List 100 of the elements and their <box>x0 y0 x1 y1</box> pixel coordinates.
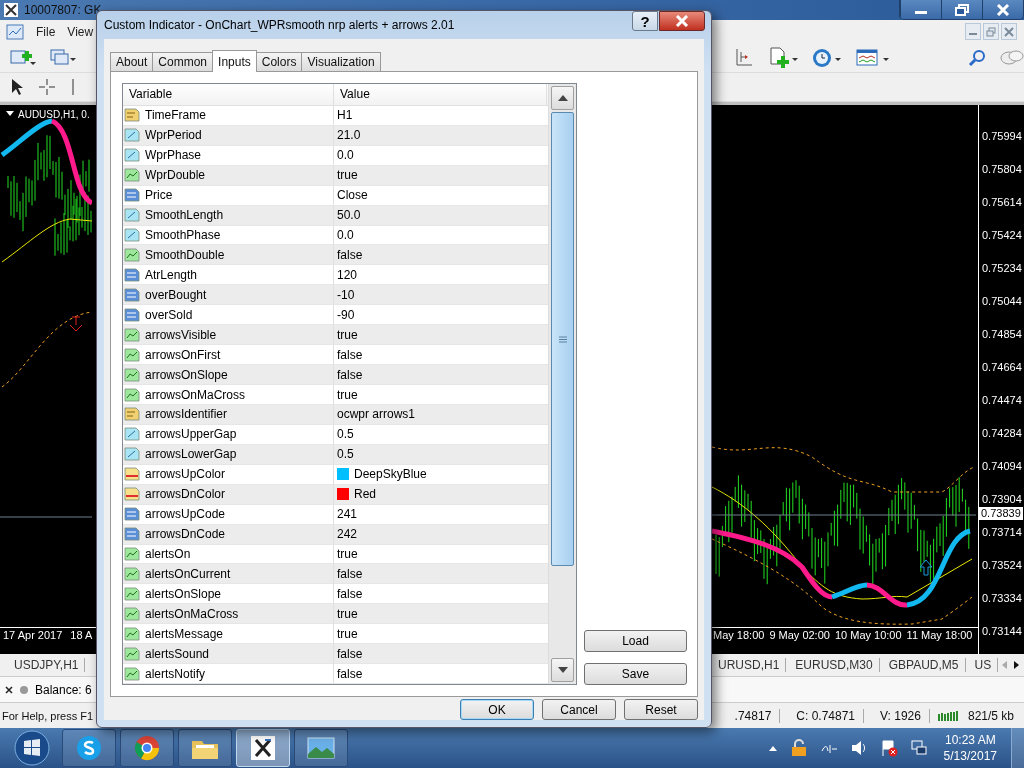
chart-tab[interactable]: USDJPY,H1 <box>8 658 86 673</box>
dialog-tab[interactable]: Colors <box>255 52 303 71</box>
price-label: 0.73714 <box>982 525 1023 539</box>
price-label: 0.74664 <box>982 360 1023 374</box>
parameter-name: arrowsDnCode <box>145 527 226 542</box>
parameter-name: alertsNotify <box>145 666 206 681</box>
price-label: 0.73144 <box>982 624 1023 638</box>
parameter-name: arrowsDnColor <box>145 487 226 502</box>
parameter-value[interactable]: false <box>337 566 363 581</box>
parameter-name: alertsOnMaCross <box>145 606 239 621</box>
price-label: 0.75044 <box>982 294 1023 308</box>
parameter-name: arrowsIdentifier <box>145 407 228 422</box>
parameter-value[interactable]: false <box>337 367 363 382</box>
status-field: V: 1926 <box>872 708 930 723</box>
parameter-name: alertsOnCurrent <box>145 566 231 581</box>
help-button[interactable]: ? <box>632 11 658 31</box>
status-help-text: For Help, press F1 <box>2 709 94 722</box>
parameter-value[interactable]: 21.0 <box>337 128 361 143</box>
parameter-value[interactable]: 0.5 <box>337 427 354 442</box>
side-button[interactable]: Save <box>584 663 687 685</box>
parameter-value[interactable]: 0.0 <box>337 148 354 163</box>
parameter-value[interactable]: true <box>337 626 358 641</box>
price-label: 0.74094 <box>982 459 1023 473</box>
price-label: 0.74854 <box>982 327 1023 341</box>
window-title: 10007807: GK <box>24 3 102 17</box>
parameter-name: arrowsOnSlope <box>145 367 228 382</box>
parameter-name: WprPeriod <box>145 128 202 143</box>
parameter-name: arrowsOnFirst <box>145 347 221 362</box>
parameter-value[interactable]: 120 <box>337 267 358 282</box>
parameter-value[interactable]: DeepSkyBlue <box>354 467 427 482</box>
parameter-name: arrowsLowerGap <box>145 447 237 462</box>
parameter-value[interactable]: true <box>337 327 358 342</box>
parameter-value[interactable]: H1 <box>337 108 353 123</box>
parameter-value[interactable]: 0.0 <box>337 228 354 242</box>
time-label: 10 May 10:00 <box>834 627 902 641</box>
time-label: 18 A <box>70 627 93 641</box>
parameter-value[interactable]: ocwpr arrows1 <box>337 407 416 422</box>
parameter-value[interactable]: true <box>337 606 358 621</box>
parameter-value[interactable]: false <box>337 247 363 262</box>
parameter-value[interactable]: 242 <box>337 527 358 542</box>
parameter-name: alertsSound <box>145 646 210 661</box>
chart-tab[interactable]: GBPAUD,M5 <box>882 658 966 673</box>
parameter-value[interactable]: Red <box>354 487 376 502</box>
traffic-text: 821/5 kb <box>967 708 1014 723</box>
parameter-value[interactable]: true <box>337 547 358 561</box>
parameter-value[interactable]: -10 <box>337 287 355 302</box>
parameter-value[interactable]: false <box>337 347 363 362</box>
parameter-name: alertsOn <box>145 547 191 561</box>
parameter-name: arrowsUpCode <box>145 507 226 522</box>
price-label: 0.75234 <box>982 261 1023 275</box>
price-label: 0.75994 <box>982 129 1023 143</box>
column-header[interactable]: Variable <box>123 84 334 105</box>
dialog-title: Custom Indicator - OnChart_WPRsmooth nrp alerts + arrows 2.01 <box>104 18 455 32</box>
dialog-tab[interactable]: Common <box>152 52 214 71</box>
dialog-tab[interactable]: Inputs <box>212 50 257 72</box>
parameter-value[interactable]: -90 <box>337 307 355 322</box>
price-label: 0.74284 <box>982 426 1023 440</box>
parameter-name: SmoothPhase <box>145 228 221 242</box>
dialog-tab[interactable]: About <box>110 52 154 71</box>
parameter-name: Price <box>145 188 173 203</box>
side-button[interactable]: Load <box>584 630 687 652</box>
menu-item[interactable]: File <box>36 24 56 39</box>
chart-tab[interactable]: EURUSD,M30 <box>789 658 880 673</box>
parameter-name: WprDouble <box>145 168 206 183</box>
parameter-name: WprPhase <box>145 148 202 163</box>
column-header[interactable]: Value <box>334 84 547 105</box>
parameter-name: arrowsUpColor <box>145 467 226 482</box>
parameter-value[interactable]: Close <box>337 188 368 203</box>
parameter-value[interactable]: false <box>337 646 363 661</box>
time-label: 17 Apr 2017 <box>3 627 63 641</box>
parameter-name: arrowsVisible <box>145 327 217 342</box>
menu-item[interactable]: View <box>67 24 94 39</box>
price-label: 0.73524 <box>982 558 1023 572</box>
clock[interactable]: 10:23 AM 5/13/2017 <box>943 731 997 764</box>
dialog-button[interactable]: OK <box>460 699 534 720</box>
chart-tab[interactable]: US <box>968 658 999 673</box>
parameter-value[interactable]: true <box>337 387 358 402</box>
time-label: 9 May 02:00 <box>769 627 830 641</box>
price-label: 0.74474 <box>982 393 1023 407</box>
status-field: C: 0.74871 <box>788 708 865 723</box>
parameter-name: arrowsUpperGap <box>145 427 237 442</box>
parameter-value[interactable]: 0.5 <box>337 447 354 462</box>
dialog-tab[interactable]: Visualization <box>301 52 381 71</box>
parameter-name: AtrLength <box>145 267 198 282</box>
status-field: .74817 <box>726 708 781 723</box>
balance-text: Balance: 6 <box>35 682 92 697</box>
parameter-value[interactable]: 50.0 <box>337 208 361 223</box>
parameter-value[interactable]: false <box>337 666 363 681</box>
parameter-value[interactable]: false <box>337 586 363 601</box>
parameter-name: SmoothLength <box>145 208 224 223</box>
parameter-name: SmoothDouble <box>145 247 225 262</box>
price-label: 0.75424 <box>982 228 1023 242</box>
parameter-name: arrowsOnMaCross <box>145 387 246 402</box>
time-label: May 18:00 <box>713 627 765 641</box>
parameter-name: alertsOnSlope <box>145 586 222 601</box>
parameter-name: alertsMessage <box>145 626 224 641</box>
dialog-button[interactable]: Cancel <box>542 699 616 720</box>
parameter-value[interactable]: true <box>337 168 358 183</box>
parameter-value[interactable]: 241 <box>337 507 358 522</box>
dialog-button[interactable]: Reset <box>624 699 698 720</box>
